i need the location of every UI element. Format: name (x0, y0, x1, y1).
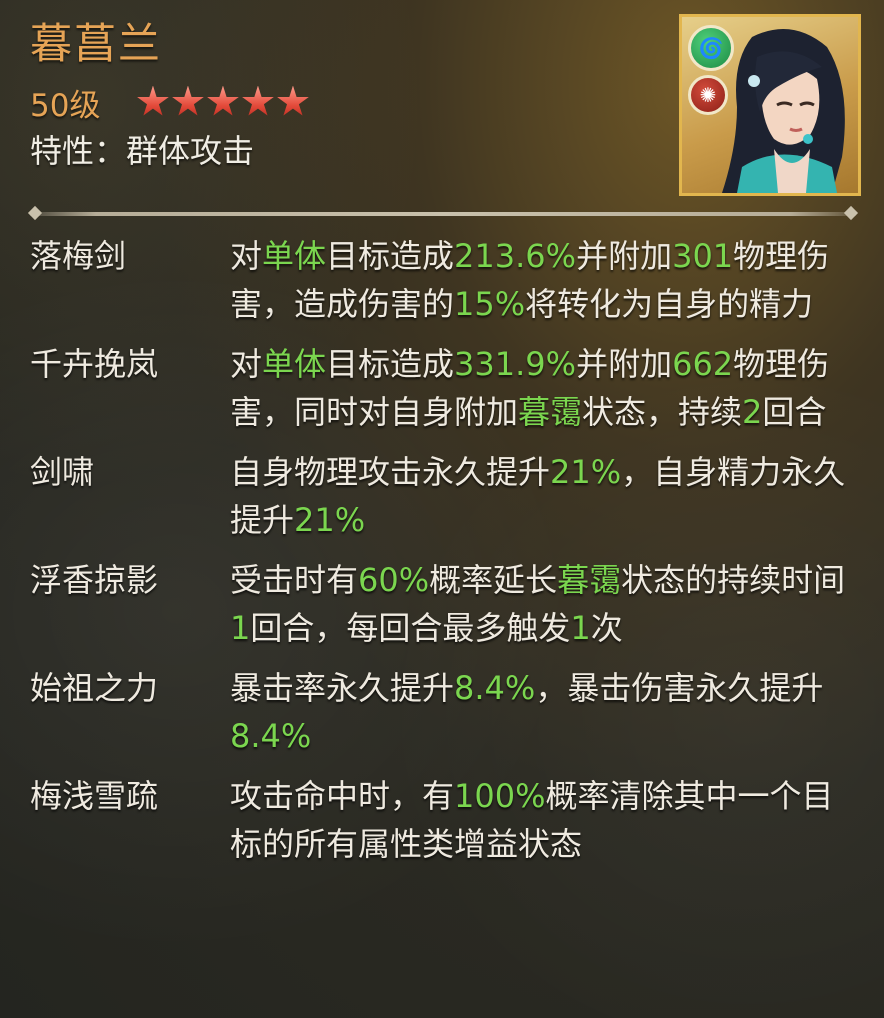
skill-desc-highlight: 单体 (262, 237, 327, 275)
skill-name: 浮香掠影 (30, 561, 159, 599)
skill-desc-text: 对 (230, 345, 263, 383)
hero-header: 暮菖兰 50级 特性：群体攻击 (30, 14, 309, 174)
skill-desc-text: 自身物理攻击永久提升 (230, 453, 551, 491)
skill-name: 梅浅雪疏 (30, 777, 159, 815)
wind-element-icon: 🌀 (688, 25, 734, 71)
skill-desc-text: 回合，每回合最多触发 (250, 609, 571, 647)
trait-label: 特性： (30, 132, 127, 170)
skill-desc-text: 攻击命中时，有 (230, 777, 455, 815)
header-divider (30, 212, 856, 216)
skill-desc-text: 次 (590, 609, 623, 647)
skill-desc-highlight: 100% (454, 777, 546, 815)
skill-row[interactable]: 始祖之力 暴击率永久提升8.4%，暴击伤害永久提升8.4% (30, 664, 860, 760)
trait-row: 特性：群体攻击 (30, 128, 309, 174)
skill-row[interactable]: 梅浅雪疏 攻击命中时，有100%概率清除其中一个目标的所有属性类增益状态 (30, 772, 860, 868)
skill-desc-text: 受击时有 (230, 561, 359, 599)
skill-description: 自身物理攻击永久提升21%，自身精力永久提升21% (230, 448, 855, 544)
skill-name: 始祖之力 (30, 669, 159, 707)
skill-row[interactable]: 千卉挽岚 对单体目标造成331.9%并附加662物理伤害，同时对自身附加暮霭状态，… (30, 340, 860, 436)
skill-desc-highlight: 8.4% (454, 669, 536, 707)
skill-description: 对单体目标造成213.6%并附加301物理伤害，造成伤害的15%将转化为自身的精… (230, 232, 855, 328)
star-icon (137, 85, 169, 116)
skill-name: 落梅剑 (30, 237, 127, 275)
star-rating (136, 85, 309, 119)
skill-description: 对单体目标造成331.9%并附加662物理伤害，同时对自身附加暮霭状态，持续2回… (230, 340, 855, 436)
skill-desc-text: 概率延长 (429, 561, 558, 599)
skill-desc-text: ，暴击伤害永久提升 (535, 669, 824, 707)
skill-desc-text: 状态的持续时间 (621, 561, 846, 599)
skill-name: 千卉挽岚 (30, 345, 159, 383)
skill-desc-highlight: 15% (454, 285, 526, 323)
skill-desc-text: 目标造成 (326, 237, 455, 275)
skill-desc-highlight: 1 (230, 609, 251, 647)
skill-name: 剑啸 (30, 453, 95, 491)
skill-row[interactable]: 浮香掠影 受击时有60%概率延长暮霭状态的持续时间1回合，每回合最多触发1次 (30, 556, 860, 652)
skill-desc-highlight: 2 (742, 393, 763, 431)
skill-desc-highlight: 331.9% (454, 345, 577, 383)
skill-desc-highlight: 1 (570, 609, 591, 647)
skill-desc-text: 并附加 (576, 237, 673, 275)
skill-desc-text: 将转化为自身的精力 (525, 285, 814, 323)
skill-desc-highlight: 8.4% (230, 717, 312, 755)
hero-portrait[interactable]: 🌀 ✺ (679, 14, 861, 196)
scorpion-icon: ✺ (688, 75, 728, 115)
skill-desc-highlight: 21% (550, 453, 622, 491)
skill-desc-highlight: 60% (358, 561, 430, 599)
star-icon (242, 85, 274, 116)
skill-desc-highlight: 暮霭 (557, 561, 622, 599)
skill-desc-text: 对 (230, 237, 263, 275)
skill-desc-highlight: 21% (294, 501, 366, 539)
level-row: 50级 (30, 82, 309, 124)
skill-desc-text: 目标造成 (326, 345, 455, 383)
skill-desc-highlight: 单体 (262, 345, 327, 383)
skill-description: 受击时有60%概率延长暮霭状态的持续时间1回合，每回合最多触发1次 (230, 556, 855, 652)
skill-description: 攻击命中时，有100%概率清除其中一个目标的所有属性类增益状态 (230, 772, 855, 868)
skill-row[interactable]: 落梅剑 对单体目标造成213.6%并附加301物理伤害，造成伤害的15%将转化为自… (30, 232, 860, 328)
skill-desc-text: 并附加 (576, 345, 673, 383)
hero-level: 50级 (30, 87, 101, 124)
skill-desc-text: 回合 (762, 393, 827, 431)
skill-desc-highlight: 301 (672, 237, 734, 275)
skill-desc-text: 暴击率永久提升 (230, 669, 455, 707)
hero-name: 暮菖兰 (30, 19, 163, 68)
trait-value: 群体攻击 (126, 132, 255, 170)
skill-desc-highlight: 213.6% (454, 237, 577, 275)
skill-list: 落梅剑 对单体目标造成213.6%并附加301物理伤害，造成伤害的15%将转化为自… (30, 232, 860, 880)
star-icon (277, 85, 309, 116)
star-icon (172, 85, 204, 116)
star-icon (207, 85, 239, 116)
skill-description: 暴击率永久提升8.4%，暴击伤害永久提升8.4% (230, 664, 855, 760)
skill-desc-highlight: 662 (672, 345, 734, 383)
skill-desc-text: 状态，持续 (582, 393, 743, 431)
skill-row[interactable]: 剑啸 自身物理攻击永久提升21%，自身精力永久提升21% (30, 448, 860, 544)
skill-desc-highlight: 暮霭 (518, 393, 583, 431)
